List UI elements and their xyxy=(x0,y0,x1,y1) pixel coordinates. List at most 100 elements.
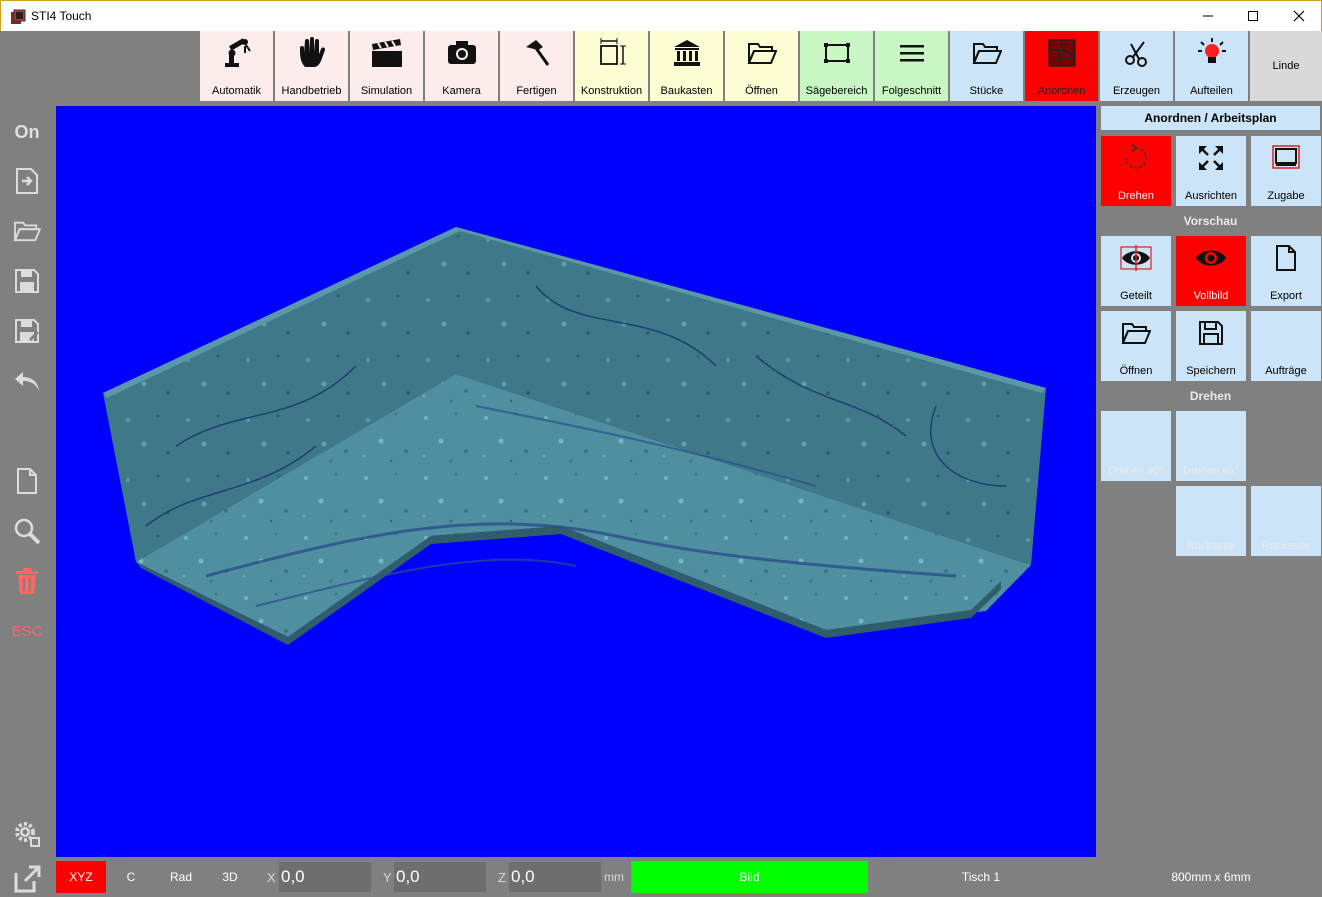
app-icon xyxy=(11,9,26,24)
main-area: Automatik Handbetrieb Simulation Kamera … xyxy=(0,31,1322,893)
folder-icon xyxy=(972,43,1002,64)
hammer-icon xyxy=(525,40,549,66)
stone-piece-render xyxy=(103,227,1046,645)
x-value-field[interactable]: 0,0 xyxy=(279,862,371,892)
esc-button[interactable]: ESC xyxy=(8,613,46,649)
simulation-label: Simulation xyxy=(360,85,413,97)
on-button[interactable]: On xyxy=(8,114,46,150)
open-folder-button[interactable] xyxy=(8,213,46,249)
undo-button[interactable] xyxy=(8,363,46,399)
3d-button[interactable]: 3D xyxy=(210,861,250,893)
stuecke-button[interactable]: Stücke xyxy=(950,31,1023,101)
rueckseite-label-2: Rückseite xyxy=(1261,540,1311,552)
table-indicator: Tisch 1 xyxy=(961,870,1001,884)
oeffnen-label: Öffnen xyxy=(1119,365,1153,377)
xyz-button[interactable]: XYZ xyxy=(56,861,106,893)
delete-button[interactable] xyxy=(8,563,46,599)
drehen-heading: Drehen xyxy=(1189,389,1232,403)
file-icon xyxy=(1276,245,1296,271)
handbetrieb-label: Handbetrieb xyxy=(281,85,342,97)
drehen-label: Drehen xyxy=(1117,190,1155,202)
drehen-45-button[interactable]: Drehen 45° xyxy=(1176,411,1246,481)
maximize-icon xyxy=(1248,11,1258,21)
c-button[interactable]: C xyxy=(112,861,150,893)
robot-arm-icon xyxy=(224,38,251,67)
eye-icon xyxy=(1196,250,1226,266)
z-label: Z xyxy=(498,869,506,885)
rueckseite-button-1[interactable]: Rückseite xyxy=(1176,486,1246,556)
folder-open-icon xyxy=(747,43,777,64)
oeffnen-toolbar-button[interactable]: Öffnen xyxy=(725,31,798,101)
drehen-90-button[interactable]: Drehen 90° xyxy=(1101,411,1171,481)
search-button[interactable] xyxy=(8,513,46,549)
automatik-label: Automatik xyxy=(212,85,261,97)
erzeugen-button[interactable]: Erzeugen xyxy=(1100,31,1173,101)
simulation-button[interactable]: Simulation xyxy=(350,31,423,101)
trash-icon xyxy=(16,568,38,594)
close-button[interactable] xyxy=(1276,1,1322,31)
y-value-field[interactable]: 0,0 xyxy=(394,862,486,892)
scissors-icon xyxy=(1124,41,1147,67)
zugabe-button[interactable]: Zugabe xyxy=(1251,136,1321,206)
rueckseite-button-2[interactable]: Rückseite xyxy=(1251,486,1321,556)
z-value-field[interactable]: 0,0 xyxy=(509,862,601,892)
fertigen-button[interactable]: Fertigen xyxy=(500,31,573,101)
lightbulb-icon xyxy=(1197,38,1226,63)
geteilt-button[interactable]: Geteilt xyxy=(1101,236,1171,306)
ausrichten-label: Ausrichten xyxy=(1185,190,1237,202)
handbetrieb-button[interactable]: Handbetrieb xyxy=(275,31,348,101)
bild-button[interactable]: Bild xyxy=(631,861,868,893)
settings-button[interactable] xyxy=(8,816,46,852)
dimension-icon xyxy=(599,38,626,65)
oeffnen-toolbar-label: Öffnen xyxy=(745,85,778,97)
anordnen-button[interactable]: Anordnen xyxy=(1025,31,1098,101)
konstruktion-label: Konstruktion xyxy=(580,85,643,97)
baukasten-button[interactable]: Baukasten xyxy=(650,31,723,101)
vorschau-heading: Vorschau xyxy=(1183,214,1238,228)
oeffnen-button[interactable]: Öffnen xyxy=(1101,311,1171,381)
auftraege-label: Aufträge xyxy=(1265,365,1307,377)
ausrichten-button[interactable]: Ausrichten xyxy=(1176,136,1246,206)
panel-header: Anordnen / Arbeitsplan xyxy=(1101,106,1320,130)
auftraege-button[interactable]: Aufträge xyxy=(1251,311,1321,381)
zugabe-label: Zugabe xyxy=(1267,190,1305,202)
folder-open-icon xyxy=(13,221,41,242)
folder-open-icon xyxy=(1121,323,1151,344)
konstruktion-button[interactable]: Konstruktion xyxy=(575,31,648,101)
kamera-button[interactable]: Kamera xyxy=(425,31,498,101)
speichern-button[interactable]: Speichern xyxy=(1176,311,1246,381)
left-toolbar: On ESC xyxy=(0,106,54,893)
automatik-button[interactable]: Automatik xyxy=(200,31,273,101)
baukasten-label: Baukasten xyxy=(660,85,713,97)
vollbild-button[interactable]: Vollbild xyxy=(1176,236,1246,306)
rad-button[interactable]: Rad xyxy=(160,861,202,893)
folgeschnitt-button[interactable]: Folgeschnitt xyxy=(875,31,948,101)
saegebereich-button[interactable]: Sägebereich xyxy=(800,31,873,101)
linde-button[interactable]: Linde xyxy=(1250,31,1322,101)
esc-label: ESC xyxy=(11,622,43,640)
anordnen-label: Anordnen xyxy=(1037,85,1086,97)
3d-viewport[interactable] xyxy=(56,106,1096,857)
title-bar: STI4 Touch xyxy=(0,0,1322,31)
x-label: X xyxy=(267,869,276,885)
aufteilen-button[interactable]: Aufteilen xyxy=(1175,31,1248,101)
drehen-button[interactable]: Drehen xyxy=(1101,136,1171,206)
rotate-icon xyxy=(1125,144,1147,169)
export-label: Export xyxy=(1270,290,1302,302)
speichern-label: Speichern xyxy=(1186,365,1236,377)
save-button[interactable] xyxy=(8,263,46,299)
login-button[interactable] xyxy=(8,163,46,199)
clapperboard-icon xyxy=(371,39,402,67)
drehen-45-label: Drehen 45° xyxy=(1183,465,1239,477)
hand-icon xyxy=(299,37,325,67)
maximize-button[interactable] xyxy=(1230,1,1276,31)
save-as-button[interactable] xyxy=(8,313,46,349)
bank-icon xyxy=(673,40,700,66)
export-button[interactable]: Export xyxy=(1251,236,1321,306)
gear-icon xyxy=(15,822,40,847)
saegebereich-label: Sägebereich xyxy=(805,85,868,97)
rueckseite-label-1: Rückseite xyxy=(1186,540,1236,552)
new-file-button[interactable] xyxy=(8,463,46,499)
minimize-button[interactable] xyxy=(1185,1,1231,31)
aufteilen-label: Aufteilen xyxy=(1190,85,1233,97)
